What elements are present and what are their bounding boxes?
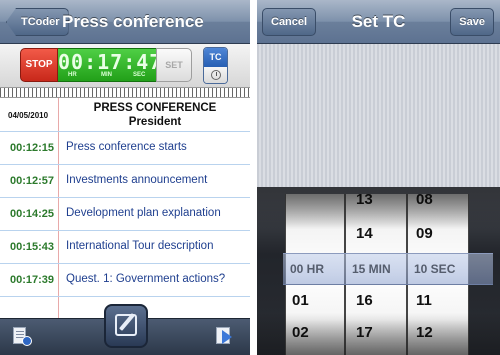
notes-title: PRESS CONFERENCE xyxy=(93,102,217,114)
entry-timecode: 00:17:39 xyxy=(10,274,55,286)
hours-unit-label: HR xyxy=(68,72,77,78)
selected-seconds: 10 SEC xyxy=(414,262,456,276)
seconds-unit-label: SEC xyxy=(133,72,146,78)
wheel-row: 12 xyxy=(416,324,433,341)
wheel-row xyxy=(286,194,344,216)
entry-timecode: 00:14:25 xyxy=(10,208,55,220)
nav-bar: TCoder Press conference xyxy=(0,0,250,44)
notepad-binding xyxy=(0,88,250,98)
wheel-row: 17 xyxy=(356,324,373,341)
cancel-button[interactable]: Cancel xyxy=(262,8,317,36)
list-item[interactable]: 00:14:25 Development plan explanation xyxy=(0,198,250,231)
arrow-right-icon xyxy=(222,330,232,344)
edit-button[interactable] xyxy=(104,304,148,348)
entry-timecode: 00:15:43 xyxy=(10,241,55,253)
page-title: Press conference xyxy=(62,12,204,31)
entry-timecode: 00:12:57 xyxy=(10,175,55,187)
wheel-row: 13 xyxy=(356,194,373,208)
wheel-row: 08 xyxy=(416,194,433,208)
save-button[interactable]: Save xyxy=(450,8,494,36)
notes-date: 04/05/2010 xyxy=(8,111,49,120)
nav-bar: Set TC Cancel Save xyxy=(257,0,500,44)
notes-subtitle: President xyxy=(128,116,182,128)
list-item[interactable]: 00:17:39 Quest. 1: Government actions? xyxy=(0,264,250,297)
notes-header: 04/05/2010 PRESS CONFERENCE President xyxy=(0,98,250,132)
wheel-row: 01 xyxy=(292,292,309,309)
wheel-row: 11 xyxy=(416,292,432,309)
entry-text: Investments announcement xyxy=(66,174,208,186)
pencil-icon xyxy=(115,314,137,336)
entry-text: Development plan explanation xyxy=(66,207,221,219)
entry-timecode: 00:12:15 xyxy=(10,142,55,154)
timecode-display: 00:17:47 HR MIN SEC xyxy=(58,48,163,82)
set-tc-screen: Set TC Cancel Save 01 02 13 14 16 17 08 … xyxy=(257,0,500,355)
list-item[interactable]: 00:15:43 International Tour description xyxy=(0,231,250,264)
entry-text: International Tour description xyxy=(66,240,214,252)
tc-label: TC xyxy=(204,48,227,67)
wheel-row xyxy=(286,218,344,250)
minutes-unit-label: MIN xyxy=(101,72,112,78)
notepad: 04/05/2010 PRESS CONFERENCE President 00… xyxy=(0,98,250,318)
press-conference-screen: TCoder Press conference STOP 00:17:47 HR… xyxy=(0,0,250,355)
stop-button[interactable]: STOP xyxy=(20,48,58,82)
selected-hours: 00 HR xyxy=(290,262,325,276)
entry-text: Press conference starts xyxy=(66,141,187,153)
tc-button[interactable]: TC xyxy=(203,47,228,84)
entry-text: Quest. 1: Government actions? xyxy=(66,273,226,285)
wheel-row: 09 xyxy=(416,225,433,242)
list-item[interactable]: 00:12:57 Investments announcement xyxy=(0,165,250,198)
wheel-row: 16 xyxy=(356,292,373,309)
timecode-value: 00:17:47 xyxy=(58,50,163,74)
clock-icon xyxy=(211,70,221,80)
wheel-row: 14 xyxy=(356,225,373,242)
wheel-row: 02 xyxy=(292,324,309,341)
list-item[interactable]: 00:12:15 Press conference starts xyxy=(0,132,250,165)
back-button[interactable]: TCoder xyxy=(6,8,69,36)
set-button[interactable]: SET xyxy=(156,48,192,82)
info-badge-icon xyxy=(22,336,32,346)
selected-minutes: 15 MIN xyxy=(352,262,391,276)
